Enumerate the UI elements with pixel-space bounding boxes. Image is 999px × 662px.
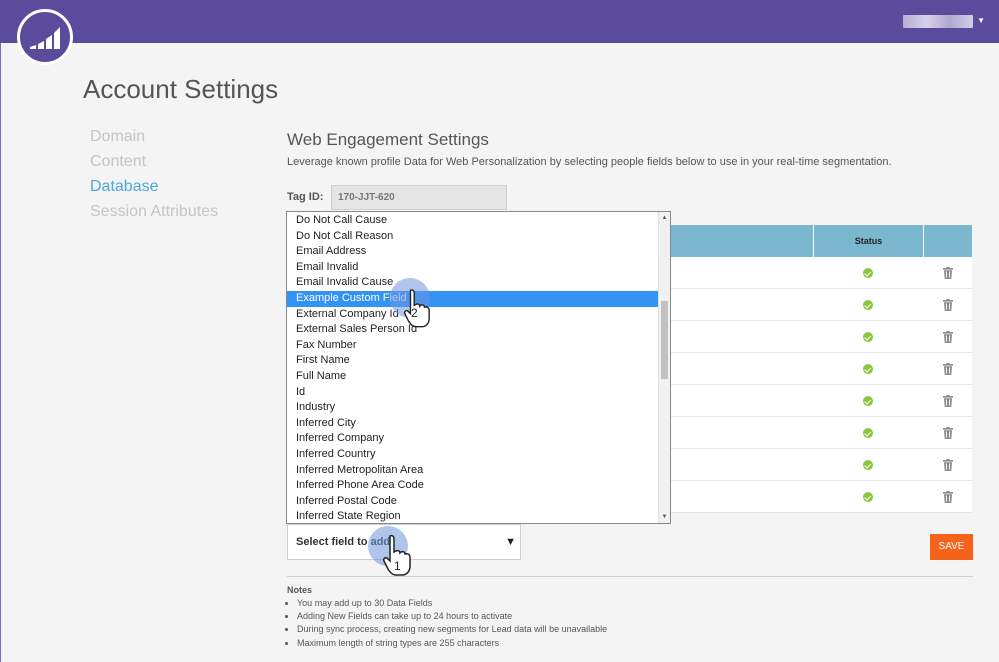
trash-icon[interactable] bbox=[943, 299, 953, 311]
dropdown-option[interactable]: Inferred Metropolitan Area bbox=[287, 463, 660, 479]
page-title: Account Settings bbox=[83, 74, 279, 104]
trash-icon[interactable] bbox=[943, 395, 953, 407]
trash-icon[interactable] bbox=[943, 363, 953, 375]
dropdown-option[interactable]: External Company Id bbox=[287, 307, 660, 323]
top-bar bbox=[0, 0, 999, 43]
nav-item-domain[interactable]: Domain bbox=[90, 124, 218, 149]
nav-item-content[interactable]: Content bbox=[90, 149, 218, 174]
field-dropdown-list[interactable]: Do Not Call Cause Do Not Call Reason Email… bbox=[286, 211, 671, 524]
trash-icon[interactable] bbox=[943, 459, 953, 471]
dropdown-option[interactable]: Inferred State Region bbox=[287, 509, 660, 523]
status-column-header: Status bbox=[854, 236, 883, 246]
status-check-icon bbox=[863, 364, 873, 374]
trash-icon[interactable] bbox=[943, 491, 953, 503]
dropdown-scrollbar[interactable]: ▲ ▼ bbox=[658, 212, 670, 523]
dropdown-option[interactable]: Industry bbox=[287, 400, 660, 416]
note-item: During sync process, creating new segmen… bbox=[297, 623, 607, 636]
status-check-icon bbox=[863, 460, 873, 470]
notes-title: Notes bbox=[287, 585, 313, 595]
dropdown-option[interactable]: Do Not Call Cause bbox=[287, 213, 660, 229]
dropdown-option[interactable]: Email Invalid bbox=[287, 260, 660, 276]
status-check-icon bbox=[863, 396, 873, 406]
nav-item-database[interactable]: Database bbox=[90, 174, 218, 199]
left-border bbox=[0, 43, 1, 662]
status-check-icon bbox=[863, 300, 873, 310]
chevron-down-icon: ▼ bbox=[505, 536, 516, 548]
dropdown-option[interactable]: First Name bbox=[287, 353, 660, 369]
dropdown-option[interactable]: Fax Number bbox=[287, 338, 660, 354]
save-button[interactable]: SAVE bbox=[930, 534, 973, 560]
status-check-icon bbox=[863, 268, 873, 278]
note-item: You may add up to 30 Data Fields bbox=[297, 597, 607, 610]
note-item: Maximum length of string types are 255 c… bbox=[297, 637, 607, 650]
dropdown-option[interactable]: Inferred Phone Area Code bbox=[287, 478, 660, 494]
trash-icon[interactable] bbox=[943, 331, 953, 343]
chevron-down-icon: ▼ bbox=[977, 16, 985, 25]
dropdown-option[interactable]: External Sales Person Id bbox=[287, 322, 660, 338]
scroll-down-icon[interactable]: ▼ bbox=[659, 514, 670, 520]
note-item: Adding New Fields can take up to 24 hour… bbox=[297, 610, 607, 623]
left-nav: Domain Content Database Session Attribut… bbox=[90, 124, 218, 224]
dropdown-option[interactable]: Inferred Postal Code bbox=[287, 494, 660, 510]
section-description: Leverage known profile Data for Web Pers… bbox=[287, 156, 892, 168]
status-check-icon bbox=[863, 428, 873, 438]
scroll-up-icon[interactable]: ▲ bbox=[659, 215, 670, 221]
dropdown-option[interactable]: Id bbox=[287, 385, 660, 401]
tag-id-label: Tag ID: bbox=[287, 191, 324, 203]
header-divider bbox=[923, 225, 924, 257]
dropdown-option[interactable]: Email Invalid Cause bbox=[287, 275, 660, 291]
scroll-thumb[interactable] bbox=[661, 301, 668, 379]
step-two-label: 2 bbox=[411, 306, 418, 320]
dropdown-option[interactable]: Example Custom Field bbox=[287, 290, 660, 307]
status-check-icon bbox=[863, 332, 873, 342]
step-one-label: 1 bbox=[394, 559, 401, 573]
logo-bars-icon bbox=[30, 27, 60, 49]
nav-item-session-attributes[interactable]: Session Attributes bbox=[90, 199, 218, 224]
dropdown-option[interactable]: Inferred Company bbox=[287, 431, 660, 447]
dropdown-option[interactable]: Do Not Call Reason bbox=[287, 229, 660, 245]
user-name-redacted bbox=[903, 14, 974, 28]
dropdown-option[interactable]: Inferred City bbox=[287, 416, 660, 432]
dropdown-options: Do Not Call Cause Do Not Call Reason Email… bbox=[287, 213, 660, 523]
trash-icon[interactable] bbox=[943, 427, 953, 439]
user-menu[interactable]: ▼ bbox=[903, 14, 985, 28]
dropdown-option[interactable]: Full Name bbox=[287, 369, 660, 385]
section-title: Web Engagement Settings bbox=[287, 130, 489, 149]
notes-section: Notes You may add up to 30 Data Fields A… bbox=[287, 585, 607, 650]
dropdown-option[interactable]: Email Address bbox=[287, 244, 660, 260]
trash-icon[interactable] bbox=[943, 267, 953, 279]
tag-id-field: 170-JJT-620 bbox=[331, 185, 507, 210]
dropdown-option[interactable]: Inferred Country bbox=[287, 447, 660, 463]
marketo-logo-icon[interactable] bbox=[17, 9, 73, 65]
status-check-icon bbox=[863, 492, 873, 502]
